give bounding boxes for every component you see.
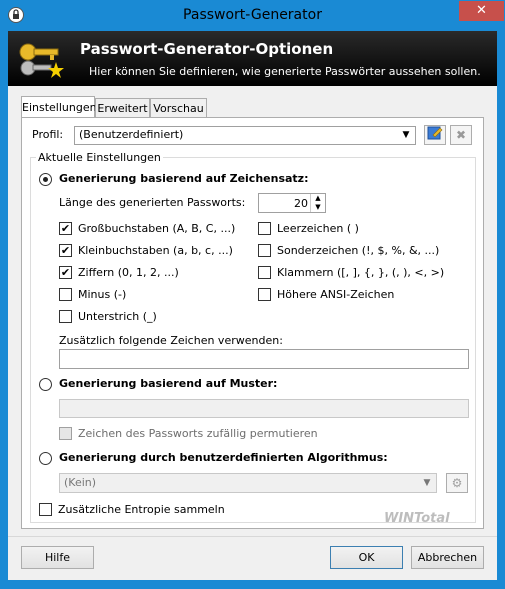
brackets-checkbox[interactable]	[258, 266, 271, 279]
entropy-label: Zusätzliche Entropie sammeln	[58, 503, 225, 516]
minus-checkbox[interactable]	[59, 288, 72, 301]
length-label: Länge des generierten Passworts:	[59, 196, 246, 209]
tab-erweitert[interactable]: Erweitert	[95, 98, 150, 117]
entropy-checkbox[interactable]	[39, 503, 52, 516]
brackets-label: Klammern ([, ], {, }, (, ), <, >)	[277, 266, 445, 279]
special-checkbox[interactable]	[258, 244, 271, 257]
charset-mode-label: Generierung basierend auf Zeichensatz:	[59, 172, 309, 185]
save-profile-icon	[427, 126, 443, 140]
banner-subtitle: Hier können Sie definieren, wie generier…	[89, 65, 481, 78]
delete-profile-button[interactable]: ✖	[450, 125, 472, 145]
length-value: 20	[294, 197, 308, 210]
profile-select-value: (Benutzerdefiniert)	[79, 128, 184, 141]
algorithm-settings-button[interactable]: ⚙	[446, 473, 468, 493]
pattern-mode-label: Generierung basierend auf Muster:	[59, 377, 278, 390]
lowercase-label: Kleinbuchstaben (a, b, c, ...)	[78, 244, 233, 257]
algorithm-mode-radio[interactable]	[39, 452, 52, 465]
digits-label: Ziffern (0, 1, 2, ...)	[78, 266, 179, 279]
length-input[interactable]: 20 ▲ ▼	[258, 193, 326, 213]
profile-select[interactable]: (Benutzerdefiniert) ▼	[74, 126, 416, 145]
algorithm-select[interactable]: (Kein) ▼	[59, 473, 437, 493]
help-button[interactable]: Hilfe	[21, 546, 94, 569]
close-button[interactable]: ✕	[459, 1, 504, 21]
ok-button[interactable]: OK	[330, 546, 403, 569]
window-title: Passwort-Generator	[183, 7, 322, 23]
uppercase-label: Großbuchstaben (A, B, C, ...)	[78, 222, 236, 235]
high-ansi-checkbox[interactable]	[258, 288, 271, 301]
lowercase-checkbox[interactable]: ✔	[59, 244, 72, 257]
underscore-checkbox[interactable]	[59, 310, 72, 323]
permute-checkbox[interactable]	[59, 427, 72, 440]
algorithm-select-value: (Kein)	[64, 476, 97, 489]
minus-label: Minus (-)	[78, 288, 127, 301]
radio-selected-dot	[43, 177, 48, 182]
chevron-down-icon: ▼	[423, 478, 431, 488]
pattern-input[interactable]	[59, 399, 469, 418]
high-ansi-label: Höhere ANSI-Zeichen	[277, 288, 395, 301]
special-label: Sonderzeichen (!, $, %, &, ...)	[277, 244, 440, 257]
tab-einstellungen[interactable]: Einstellungen	[21, 96, 97, 118]
cancel-button[interactable]: Abbrechen	[411, 546, 484, 569]
watermark: WINTotal	[384, 511, 450, 526]
extra-chars-input[interactable]	[59, 349, 469, 369]
separator	[8, 536, 497, 537]
pattern-mode-radio[interactable]	[39, 378, 52, 391]
space-label: Leerzeichen ( )	[277, 222, 359, 235]
delete-profile-icon: ✖	[455, 128, 467, 142]
length-stepper[interactable]: ▲ ▼	[310, 194, 325, 212]
gear-icon: ⚙	[451, 476, 463, 490]
permute-label: Zeichen des Passworts zufällig permutier…	[78, 427, 318, 440]
extra-chars-label: Zusätzlich folgende Zeichen verwenden:	[59, 334, 283, 347]
banner-title: Passwort-Generator-Optionen	[80, 40, 334, 58]
chevron-down-icon: ▼	[402, 130, 410, 140]
profile-label: Profil:	[32, 128, 64, 141]
uppercase-checkbox[interactable]: ✔	[59, 222, 72, 235]
digits-checkbox[interactable]: ✔	[59, 266, 72, 279]
space-checkbox[interactable]	[258, 222, 271, 235]
tab-vorschau[interactable]: Vorschau	[150, 98, 207, 117]
charset-mode-radio[interactable]	[39, 173, 52, 186]
underscore-label: Unterstrich (_)	[78, 310, 157, 323]
keys-icon	[14, 36, 70, 82]
current-settings-legend: Aktuelle Einstellungen	[36, 151, 163, 164]
save-profile-button[interactable]	[424, 125, 446, 145]
algorithm-mode-label: Generierung durch benutzerdefinierten Al…	[59, 451, 388, 464]
